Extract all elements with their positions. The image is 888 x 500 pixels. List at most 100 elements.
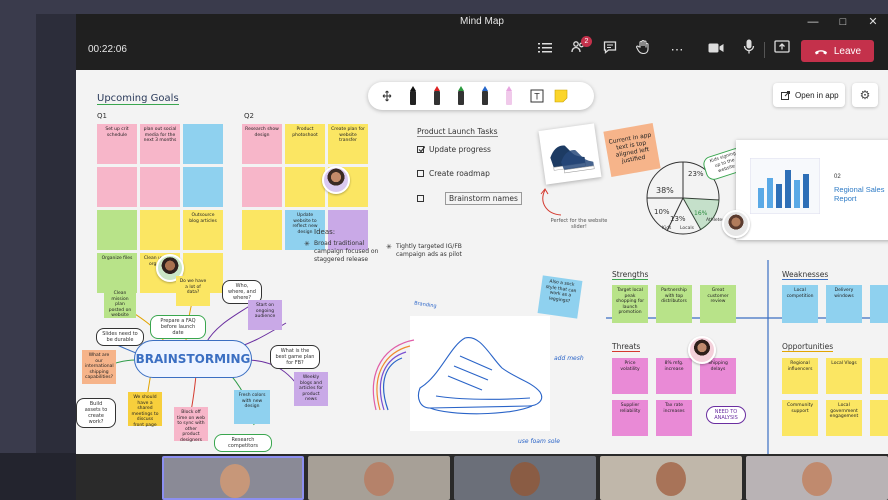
mind-note-weekly-blogs[interactable]: Weekly blogs and articles for product ne… [294,372,328,406]
leave-button[interactable]: Leave [801,40,874,62]
slide-preview[interactable]: 02 Regional Sales Report [736,140,888,240]
strength-note[interactable]: Great customer review [700,285,736,323]
goal-sticky-note[interactable] [183,167,223,207]
goal-sticky-note[interactable] [97,167,137,207]
strength-note[interactable]: Target local peak shopping for launch pr… [612,285,648,323]
raise-hand-icon[interactable] [632,39,654,61]
share-icon[interactable] [771,39,793,61]
pie-caption-kids: Kids [662,226,672,231]
threat-note[interactable]: Tax rate increases [656,400,692,436]
task-label: Brainstorm names [445,192,522,205]
sticky-note-tool-icon[interactable] [554,86,568,106]
more-icon[interactable]: ⋯ [666,39,688,61]
task-update-progress[interactable]: Update progress [417,145,491,154]
opportunity-note[interactable] [870,358,888,394]
leave-label: Leave [833,45,862,57]
opportunity-note[interactable]: Community support [782,400,818,436]
mind-note-meetings[interactable]: We should have a shared meetings to disc… [128,392,162,428]
goal-sticky-note[interactable] [285,167,325,207]
goal-sticky-note[interactable]: Create plan for website transfer [328,124,368,164]
weakness-note[interactable] [870,285,888,323]
mind-note-fresh-colors[interactable]: Fresh colors with new design [234,390,270,424]
mind-node-slides[interactable]: Slides need to be durable [96,328,144,346]
weakness-note[interactable]: Delivery windows [826,285,862,323]
goal-sticky-note[interactable]: plan out social media for the next 3 mon… [140,124,180,164]
opportunity-note[interactable] [870,400,888,436]
need-analysis-label: NEED TO ANALYSIS [706,406,746,424]
participant-video-tile[interactable] [308,456,450,500]
shoe-photo[interactable] [538,123,602,185]
goal-sticky-note[interactable] [242,210,282,250]
sketch-note-use-foam: use foam sole [518,438,560,445]
whiteboard-canvas[interactable]: T Open in app ⚙ Upcoming Goals Q1 Q2 Set… [76,70,888,454]
mind-node-best-plan[interactable]: What is the best game plan for FB? [270,345,320,369]
goal-sticky-note[interactable] [140,167,180,207]
goal-sticky-note[interactable]: Research show design [242,124,282,164]
minimize-button[interactable]: — [798,14,828,30]
brainstorming-node[interactable]: BRAINSTORMING [134,340,252,378]
threat-note[interactable]: 8% mfg. increase [656,358,692,394]
green-pen-icon[interactable] [456,86,466,106]
goal-sticky-note[interactable] [140,210,180,250]
black-pen-icon[interactable] [408,86,418,106]
text-tool-icon[interactable]: T [530,86,544,106]
open-external-icon [781,90,790,100]
sketch-drawing [417,337,543,415]
open-in-app-button[interactable]: Open in app [773,83,845,107]
q1-label: Q1 [97,112,107,120]
participants-icon[interactable] [534,39,556,61]
sticky-sock-style[interactable]: Also a sock style that can work as a leg… [537,275,583,319]
mind-note-audience[interactable]: Start on ongoing audience [248,300,282,330]
monitor-bezel-left [0,0,36,500]
threat-note[interactable]: Price volatility [612,358,648,394]
opportunity-note[interactable]: Regional influencers [782,358,818,394]
move-tool-icon[interactable] [382,86,392,106]
people-count-badge: 2 [581,36,592,47]
camera-icon[interactable] [705,39,727,61]
mind-node-faq[interactable]: Prepare a FAQ before launch date [150,315,206,339]
participant-face [510,462,540,496]
opportunity-note[interactable]: Local government engagement [826,400,862,436]
red-pen-icon[interactable] [432,86,442,106]
chat-icon[interactable] [599,39,621,61]
weakness-note[interactable]: Local competition [782,285,818,323]
call-timer: 00:22:06 [88,44,127,55]
participant-video-tile[interactable] [600,456,742,500]
people-icon[interactable]: 2 [567,36,592,61]
maximize-button[interactable]: □ [828,14,858,30]
participant-face [220,464,250,498]
mind-note-shipping[interactable]: What are our international shipping capa… [82,350,116,384]
settings-gear-icon[interactable]: ⚙ [852,83,878,107]
mind-node-build-assets[interactable]: Build assets to create work? [76,398,116,428]
participant-face [802,462,832,496]
mic-icon[interactable] [738,39,760,61]
checkbox-checked-icon [417,146,425,153]
task-label: Create roadmap [429,169,490,178]
mind-note-mission[interactable]: Clean mission plan posted on website [104,288,136,318]
task-create-roadmap[interactable]: Create roadmap [417,169,490,178]
highlighter-icon[interactable] [504,86,514,106]
motion-lines [372,339,415,411]
goal-sticky-note[interactable]: Set up crit schedule [97,124,137,164]
mind-node-research[interactable]: Research competitors [214,434,272,452]
strength-note[interactable]: Partnership with top distributors [656,285,692,323]
goal-sticky-note[interactable] [242,167,282,207]
shoe-sketch[interactable] [410,316,550,431]
mind-note-block-off[interactable]: Block off time on web to sync with other… [174,407,208,443]
collaborator-avatar-2 [722,210,750,238]
goal-sticky-note[interactable]: Product photoshoot [285,124,325,164]
threat-note[interactable]: Supplier reliability [612,400,648,436]
pie-label-38: 38% [656,186,674,195]
goal-sticky-note[interactable] [183,124,223,164]
close-window-button[interactable]: ✕ [858,14,888,30]
participant-video-tile[interactable] [162,456,304,500]
goal-sticky-note[interactable] [97,210,137,250]
blue-pen-icon[interactable] [480,86,490,106]
opportunity-note[interactable]: Local Vlogs [826,358,862,394]
participant-video-tile[interactable] [454,456,596,500]
task-brainstorm-names[interactable]: Brainstorm names [417,192,522,205]
goal-sticky-note[interactable]: Outsource blog articles [183,210,223,250]
mind-note-data[interactable]: Do we have a lot of data? [176,276,210,306]
participant-video-tile[interactable] [746,456,888,500]
open-in-app-label: Open in app [795,90,839,100]
